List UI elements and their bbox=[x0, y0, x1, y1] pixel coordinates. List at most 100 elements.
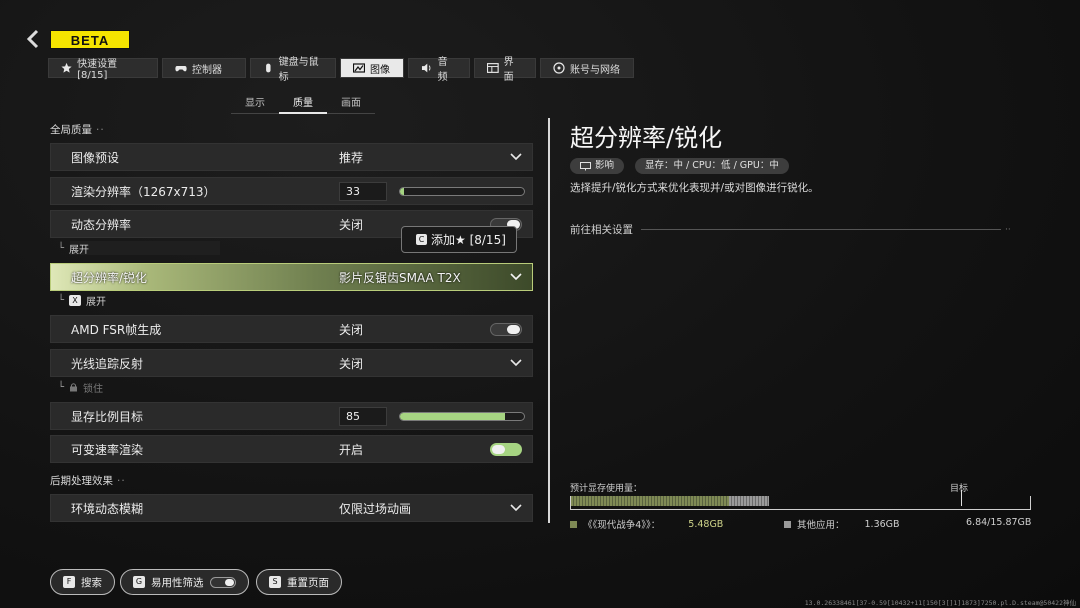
tab-interface[interactable]: 界面 bbox=[474, 57, 536, 83]
accessibility-label: 易用性筛选 bbox=[151, 576, 204, 589]
tab-label: 账号与网络 bbox=[570, 64, 620, 76]
tab-graphics[interactable]: 图像 bbox=[340, 58, 404, 78]
back-arrow-icon[interactable] bbox=[22, 28, 44, 50]
setting-value: 开启 bbox=[339, 442, 364, 457]
panel-divider bbox=[548, 118, 550, 523]
performance-tag: 显存：中 / CPU：低 / GPU：中 bbox=[635, 158, 789, 174]
slider-fill bbox=[400, 413, 506, 420]
tab-quick-settings[interactable]: 快速设置 [8/15] bbox=[48, 58, 158, 81]
vram-other-segment bbox=[729, 496, 769, 506]
search-label: 搜索 bbox=[81, 576, 102, 589]
goto-divider bbox=[641, 229, 1001, 230]
accessibility-filter-button[interactable]: G 易用性筛选 bbox=[120, 569, 249, 595]
reset-page-button[interactable]: S 重置页面 bbox=[256, 569, 342, 595]
keycap-s-icon: S bbox=[269, 576, 281, 588]
goto-related-settings[interactable]: 前往相关设置 ·· bbox=[570, 222, 1011, 237]
setting-image-preset[interactable]: 图像预设 推荐 bbox=[50, 143, 533, 171]
tab-label: 界面 bbox=[503, 57, 514, 83]
section-title: 全局质量 bbox=[50, 124, 92, 136]
legend-other-value: 1.36GB bbox=[864, 518, 900, 530]
detail-description: 选择提升/锐化方式来优化表现并/或对图像进行锐化。 bbox=[570, 182, 819, 194]
setting-label: 光线追踪反射 bbox=[71, 356, 144, 371]
setting-variable-rate-shading[interactable]: 可变速率渲染 开启 bbox=[50, 435, 533, 463]
fsr-frame-generation-toggle[interactable] bbox=[490, 323, 522, 336]
gamepad-icon bbox=[175, 66, 187, 72]
search-button[interactable]: F 搜索 bbox=[50, 569, 115, 595]
tab-keyboard-mouse[interactable]: 键盘与鼠标 bbox=[250, 57, 336, 83]
variable-rate-shading-toggle[interactable] bbox=[490, 443, 522, 456]
chevron-down-icon bbox=[510, 153, 522, 161]
locked-label: 锁住 bbox=[83, 383, 104, 395]
section-global-quality: 全局质量 ·· bbox=[50, 124, 105, 136]
keycap-f-icon: F bbox=[63, 576, 75, 588]
sub-tabs: 显示 质量 画面 bbox=[231, 94, 375, 114]
setting-label: 图像预设 bbox=[71, 150, 120, 165]
setting-label: 超分辨率/锐化 bbox=[71, 270, 148, 285]
tree-branch-icon: └ bbox=[58, 242, 65, 254]
setting-render-resolution[interactable]: 渲染分辨率（1267x713） 33 bbox=[50, 177, 533, 205]
vram-target-label: 目标 bbox=[950, 484, 969, 494]
legend-other-label: 其他应用： bbox=[797, 520, 845, 531]
network-icon bbox=[553, 62, 565, 74]
setting-value: 关闭 bbox=[339, 322, 364, 337]
legend-game-value: 5.48GB bbox=[688, 518, 724, 530]
setting-vram-target[interactable]: 显存比例目标 85 bbox=[50, 402, 533, 430]
slider-fill bbox=[400, 188, 404, 195]
subtab-display[interactable]: 显示 bbox=[231, 94, 279, 114]
setting-raytracing-reflections[interactable]: 光线追踪反射 关闭 bbox=[50, 349, 533, 377]
setting-value: 仅限过场动画 bbox=[339, 501, 412, 516]
tab-audio[interactable]: 音频 bbox=[408, 57, 470, 83]
lock-icon bbox=[70, 383, 78, 392]
setting-fsr-frame-generation[interactable]: AMD FSR帧生成 关闭 bbox=[50, 315, 533, 343]
setting-upscaling-sharpening[interactable]: 超分辨率/锐化 影片反锯齿SMAA T2X bbox=[50, 263, 533, 291]
setting-value: 推荐 bbox=[339, 150, 364, 165]
vram-target-marker bbox=[961, 490, 963, 506]
render-resolution-slider[interactable] bbox=[399, 187, 525, 196]
legend-other: 其他应用： 1.36GB bbox=[784, 517, 900, 531]
beta-badge: BETA bbox=[50, 30, 130, 49]
tab-controller[interactable]: 控制器 bbox=[162, 58, 246, 78]
tab-account-network[interactable]: 账号与网络 bbox=[540, 58, 634, 78]
keycap-g-icon: G bbox=[133, 576, 145, 588]
reset-label: 重置页面 bbox=[287, 576, 329, 589]
tab-label: 键盘与鼠标 bbox=[278, 57, 319, 83]
vram-target-input[interactable]: 85 bbox=[339, 407, 387, 426]
legend-game: 《《现代战争4》》： 5.48GB bbox=[570, 517, 723, 531]
subtab-view[interactable]: 画面 bbox=[327, 94, 375, 114]
toggle-knob bbox=[492, 445, 505, 454]
render-resolution-input[interactable]: 33 bbox=[339, 182, 387, 201]
accessibility-toggle[interactable] bbox=[209, 576, 236, 588]
section-title: 后期处理效果 bbox=[50, 475, 113, 487]
subtab-quality[interactable]: 质量 bbox=[279, 94, 327, 114]
sub-row-background bbox=[70, 241, 220, 255]
legend-game-swatch bbox=[570, 520, 577, 528]
legend-total-value: 6.84/15.87GB bbox=[966, 517, 1032, 528]
star-icon bbox=[61, 62, 72, 73]
chevron-down-icon bbox=[510, 273, 522, 281]
vram-game-segment bbox=[571, 496, 730, 506]
tree-branch-icon: └ bbox=[58, 381, 65, 393]
upscaling-expand[interactable]: └ X 展开 bbox=[58, 293, 107, 308]
image-icon bbox=[353, 63, 365, 73]
raytracing-locked-row: └ 锁住 bbox=[58, 380, 104, 395]
interface-icon bbox=[487, 63, 499, 73]
setting-label: AMD FSR帧生成 bbox=[71, 322, 162, 337]
add-favorite-tooltip[interactable]: C 添加★ [8/15] bbox=[401, 226, 517, 253]
chevron-down-icon bbox=[510, 504, 522, 512]
section-post-processing: 后期处理效果 ·· bbox=[50, 475, 126, 487]
tab-label: 音频 bbox=[437, 57, 448, 83]
tooltip-text: 添加★ [8/15] bbox=[431, 233, 506, 247]
legend-game-label: 《《现代战争4》》： bbox=[583, 520, 661, 531]
dynamic-resolution-expand[interactable]: └ 展开 bbox=[58, 241, 89, 256]
vram-usage-bar bbox=[570, 490, 1031, 510]
setting-label: 渲染分辨率（1267x713） bbox=[71, 184, 216, 199]
tab-label: 控制器 bbox=[192, 64, 222, 76]
vram-target-slider[interactable] bbox=[399, 412, 525, 421]
build-info: 13.0.26338461[37-0.59[10432+11[150[3[]1]… bbox=[804, 599, 1076, 607]
setting-motion-blur[interactable]: 环境动态模糊 仅限过场动画 bbox=[50, 494, 533, 522]
keycap-x-icon: X bbox=[69, 294, 82, 306]
setting-label: 可变速率渲染 bbox=[71, 442, 144, 457]
expand-label: 展开 bbox=[86, 296, 107, 308]
setting-value: 影片反锯齿SMAA T2X bbox=[339, 270, 461, 285]
tree-branch-icon: └ bbox=[58, 294, 65, 306]
